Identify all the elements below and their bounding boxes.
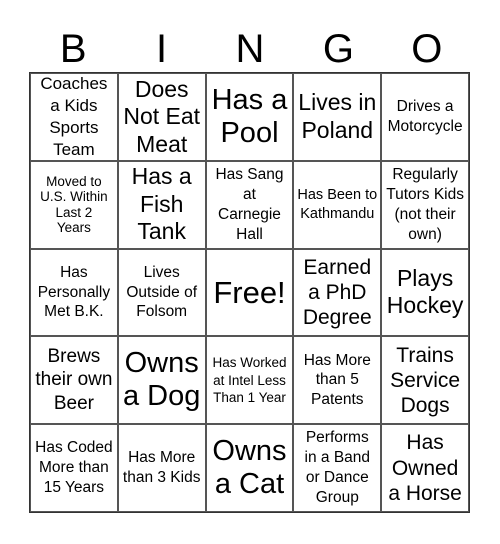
cell-text: Has Been to Kathmandu	[297, 186, 378, 222]
cell-text: Brews their own Beer	[35, 345, 113, 415]
cell-text: Regularly Tutors Kids (not their own)	[386, 166, 464, 243]
cell-text: Owns a Dog	[123, 346, 201, 413]
bingo-cell: Has Been to Kathmandu	[293, 160, 382, 249]
cell-text: Has a Pool	[211, 83, 288, 149]
bingo-cell: Has Personally Met B.K.	[30, 248, 118, 337]
cell-text: Does Not Eat Meat	[123, 75, 201, 157]
header-letter-i: I	[156, 27, 168, 71]
header-letter-b: B	[59, 27, 87, 71]
bingo-cell: Owns a Cat	[205, 424, 294, 512]
bingo-cell: Coaches a Kids Sports Team	[30, 73, 118, 161]
free-space-text: Free!	[213, 274, 286, 310]
bingo-grid: Coaches a Kids Sports Team Does Not Eat …	[29, 72, 470, 513]
cell-text: Has Sang at Carnegie Hall	[215, 166, 284, 243]
bingo-cell: Trains Service Dogs	[381, 336, 469, 425]
cell-text: Has Coded More than 15 Years	[35, 439, 113, 496]
cell-text: Has a Fish Tank	[131, 163, 192, 245]
bingo-cell-free: Free!	[205, 248, 294, 337]
cell-text: Trains Service Dogs	[390, 343, 461, 417]
cell-text: Owns a Cat	[212, 434, 287, 501]
cell-text: Has More than 3 Kids	[122, 449, 201, 487]
cell-text: Drives a Motorcycle	[387, 98, 463, 135]
bingo-header: B I N G O	[29, 20, 471, 72]
bingo-cell: Moved to U.S. Within Last 2 Years	[30, 160, 118, 249]
bingo-cell: Regularly Tutors Kids (not their own)	[381, 160, 469, 249]
cell-text: Has Personally Met B.K.	[37, 263, 111, 321]
cell-text: Plays Hockey	[386, 264, 464, 319]
cell-text: Lives Outside of Folsom	[126, 263, 198, 321]
cell-text: Has More than 5 Patents	[303, 351, 371, 409]
bingo-cell: Has a Pool	[205, 73, 294, 161]
bingo-cell: Earned a PhD Degree	[293, 248, 382, 337]
bingo-cell: Plays Hockey	[381, 248, 469, 337]
cell-text: Moved to U.S. Within Last 2 Years	[40, 173, 108, 236]
bingo-cell: Has Worked at Intel Less Than 1 Year	[205, 336, 294, 425]
bingo-cell: Performs in a Band or Dance Group	[293, 424, 382, 512]
bingo-cell: Has a Fish Tank	[117, 160, 206, 249]
header-letter-o: O	[411, 27, 443, 71]
header-letter-g: G	[322, 27, 354, 71]
header-letter-n: N	[235, 27, 265, 71]
bingo-cell: Does Not Eat Meat	[117, 73, 206, 161]
cell-text: Has Worked at Intel Less Than 1 Year	[212, 354, 287, 406]
cell-text: Earned a PhD Degree	[302, 255, 372, 330]
bingo-cell: Has Sang at Carnegie Hall	[205, 160, 294, 249]
bingo-cell: Lives in Poland	[293, 73, 382, 161]
cell-text: Lives in Poland	[298, 89, 377, 143]
bingo-cell: Drives a Motorcycle	[381, 73, 469, 161]
bingo-cell: Has More than 5 Patents	[293, 336, 382, 425]
bingo-cell: Owns a Dog	[117, 336, 206, 425]
bingo-cell: Has Owned a Horse	[381, 424, 469, 512]
cell-text: Coaches a Kids Sports Team	[40, 73, 108, 159]
bingo-cell: Has More than 3 Kids	[117, 424, 206, 512]
cell-text: Performs in a Band or Dance Group	[304, 429, 371, 506]
bingo-cell: Has Coded More than 15 Years	[30, 424, 118, 512]
bingo-cell: Lives Outside of Folsom	[117, 248, 206, 337]
bingo-cell: Brews their own Beer	[30, 336, 118, 425]
cell-text: Has Owned a Horse	[388, 431, 462, 505]
